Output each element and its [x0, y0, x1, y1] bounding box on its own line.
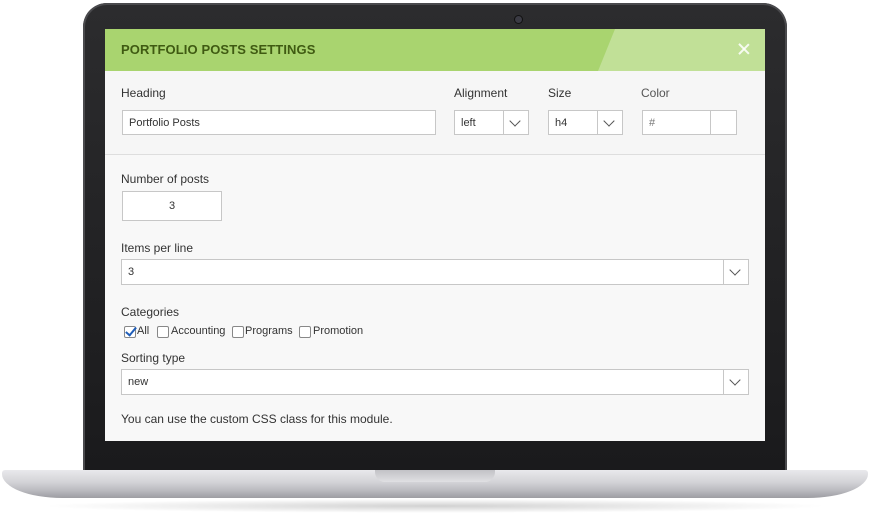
size-value: h4: [555, 117, 568, 129]
size-select[interactable]: h4: [548, 110, 623, 135]
alignment-label: Alignment: [454, 86, 508, 100]
laptop-notch: [375, 470, 495, 482]
category-promotion-checkbox[interactable]: [299, 326, 311, 338]
alignment-value: left: [461, 117, 476, 129]
category-programs-checkbox[interactable]: [232, 326, 244, 338]
camera-icon: [515, 16, 522, 23]
chevron-down-icon[interactable]: [503, 111, 528, 134]
modal-header: PORTFOLIO POSTS SETTINGS: [105, 29, 765, 71]
chevron-down-icon[interactable]: [723, 370, 748, 394]
sorting-type-value: new: [128, 376, 149, 388]
category-accounting-checkbox[interactable]: [157, 326, 169, 338]
color-swatch[interactable]: [710, 110, 735, 134]
settings-modal: PORTFOLIO POSTS SETTINGS Heading Alignme…: [105, 29, 765, 441]
size-label: Size: [548, 86, 572, 100]
close-icon[interactable]: [736, 41, 752, 57]
modal-title: PORTFOLIO POSTS SETTINGS: [121, 42, 316, 57]
category-accounting-label: Accounting: [171, 325, 226, 337]
chevron-down-icon[interactable]: [723, 260, 748, 284]
categories-label: Categories: [121, 305, 180, 319]
laptop-shadow: [40, 499, 830, 513]
alignment-select[interactable]: left: [454, 110, 529, 135]
category-all-label: All: [137, 325, 150, 337]
sorting-type-label: Sorting type: [121, 351, 186, 365]
category-programs-label: Programs: [245, 325, 293, 337]
items-per-line-label: Items per line: [121, 241, 194, 255]
items-per-line-value: 3: [128, 266, 135, 278]
number-of-posts-input[interactable]: [122, 191, 222, 221]
sorting-type-select[interactable]: new: [121, 369, 749, 395]
items-per-line-select[interactable]: 3: [121, 259, 749, 285]
help-text: You can use the custom CSS class for thi…: [121, 412, 393, 426]
chevron-down-icon[interactable]: [597, 111, 622, 134]
category-all-checkbox[interactable]: [124, 326, 136, 338]
color-input[interactable]: [643, 111, 709, 134]
heading-label: Heading: [121, 86, 166, 100]
number-of-posts-label: Number of posts: [121, 172, 210, 186]
category-promotion-label: Promotion: [313, 325, 364, 337]
heading-input[interactable]: [122, 110, 436, 135]
color-label: Color: [641, 86, 670, 100]
